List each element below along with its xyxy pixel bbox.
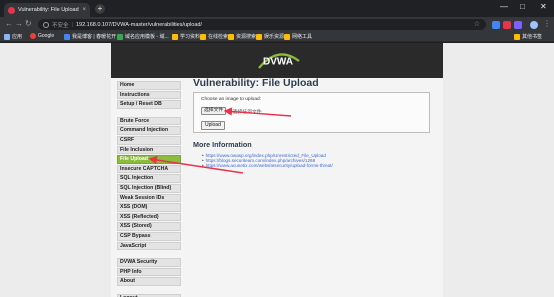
browser-toolbar: ← → ↻ 不安全 | 192.168.0.107/DVWA-master/vu…	[0, 17, 554, 32]
folder-icon	[228, 33, 234, 40]
upload-button[interactable]: Upload	[201, 121, 225, 130]
sidebar-item-sql-injection[interactable]: SQL Injection	[117, 174, 181, 183]
extension-icon[interactable]	[514, 21, 522, 29]
folder-icon	[284, 33, 290, 40]
upload-form: Choose an image to upload: 选择文件 未选择任何文件 …	[193, 92, 430, 133]
menu-group: DVWA Security PHP Info About	[117, 258, 181, 286]
folder-icon	[200, 33, 206, 40]
browser-titlebar: Vulnerability: File Upload :: D × + — □ …	[0, 0, 554, 17]
info-icon[interactable]	[43, 21, 49, 28]
sidebar-item-xss-stored[interactable]: XSS (Stored)	[117, 222, 181, 231]
dvwa-favicon-icon	[8, 6, 15, 14]
sidebar-item-javascript[interactable]: JavaScript	[117, 241, 181, 251]
folder-icon	[172, 33, 178, 40]
address-bar[interactable]: 不安全 | 192.168.0.107/DVWA-master/vulnerab…	[38, 19, 486, 30]
svg-text:DVWA: DVWA	[263, 57, 293, 68]
sidebar-item-brute-force[interactable]: Brute Force	[117, 116, 181, 126]
security-label: 不安全	[52, 22, 69, 29]
bookmark-item[interactable]: Google	[30, 33, 54, 39]
sidebar-item-instructions[interactable]: Instructions	[117, 90, 181, 100]
sidebar-item-insecure-captcha[interactable]: Insecure CAPTCHA	[117, 164, 181, 174]
page-title: Vulnerability: File Upload	[193, 77, 319, 89]
address-separator: |	[71, 21, 73, 28]
extension-icon[interactable]	[492, 21, 500, 29]
main-content: Vulnerability: File Upload Choose an ima…	[193, 77, 433, 168]
sidebar-item-xss-reflected[interactable]: XSS (Reflected)	[117, 212, 181, 222]
tab-close-icon[interactable]: ×	[82, 7, 86, 13]
sidebar-item-file-inclusion[interactable]: File Inclusion	[117, 145, 181, 155]
menu-group: Brute Force Command Injection CSRF File Inc…	[117, 116, 181, 251]
minimize-button[interactable]: —	[500, 2, 508, 11]
back-arrow-icon[interactable]: ←	[5, 19, 13, 28]
new-tab-button[interactable]: +	[95, 4, 105, 14]
forward-arrow-icon[interactable]: →	[15, 19, 23, 28]
folder-icon	[514, 33, 520, 40]
info-links: https://www.owasp.org/index.php/Unrestri…	[202, 153, 432, 168]
menu-group: Home Instructions Setup / Reset DB	[117, 81, 181, 109]
close-window-button[interactable]: ✕	[540, 2, 547, 11]
more-information-heading: More Information	[193, 140, 252, 149]
bookmark-item[interactable]: 应用	[4, 33, 22, 40]
sidebar-item-csrf[interactable]: CSRF	[117, 135, 181, 145]
bookmark-favicon-icon	[64, 33, 70, 40]
upload-label: Choose an image to upload:	[201, 97, 262, 102]
bookmark-favicon-icon	[117, 33, 123, 40]
sidebar-item-file-upload[interactable]: File Upload	[117, 155, 181, 164]
bookmark-item[interactable]: 网络工具	[284, 33, 312, 40]
bookmarks-bar: 应用 Google 我是博客 | 春暖花开 域名应用模板 - 域... 学习资料…	[0, 32, 554, 42]
folder-icon	[256, 33, 262, 40]
bookmark-item[interactable]: 学习资料	[172, 33, 200, 40]
sidebar-item-sql-injection-blind[interactable]: SQL Injection (Blind)	[117, 183, 181, 193]
menu-dots-icon[interactable]: ⋮	[543, 19, 551, 28]
choose-file-button[interactable]: 选择文件	[201, 107, 227, 115]
sidebar-item-weak-session-ids[interactable]: Weak Session IDs	[117, 193, 181, 203]
bookmark-item[interactable]: 域名应用模板 - 域...	[117, 33, 169, 40]
sidebar-item-home[interactable]: Home	[117, 81, 181, 90]
profile-avatar-icon[interactable]	[530, 21, 538, 29]
tab-title: Vulnerability: File Upload :: D	[18, 7, 80, 13]
browser-tab[interactable]: Vulnerability: File Upload :: D ×	[4, 3, 90, 17]
info-link[interactable]: https://www.acunetix.com/websitesecurity…	[202, 163, 432, 168]
dvwa-logo: DVWA	[258, 53, 300, 69]
extension-icon[interactable]	[503, 21, 511, 29]
bookmark-star-icon[interactable]: ☆	[474, 20, 480, 28]
sidebar-item-setup-reset-db[interactable]: Setup / Reset DB	[117, 100, 181, 109]
google-icon	[30, 33, 36, 39]
sidebar-item-command-injection[interactable]: Command Injection	[117, 126, 181, 135]
bookmark-item[interactable]: 资源搜索	[228, 33, 256, 40]
page-viewport: DVWA Home Instructions Setup / Reset DB Bru…	[0, 43, 554, 297]
bookmark-item[interactable]: 我是博客 | 春暖花开	[64, 33, 116, 40]
url-text[interactable]: 192.168.0.107/DVWA-master/vulnerabilitie…	[76, 22, 202, 28]
bookmark-item[interactable]: 其他书签	[514, 33, 542, 40]
maximize-button[interactable]: □	[520, 2, 525, 11]
sidebar-item-xss-dom[interactable]: XSS (DOM)	[117, 203, 181, 212]
sidebar-item-dvwa-security[interactable]: DVWA Security	[117, 258, 181, 267]
sidebar-item-php-info[interactable]: PHP Info	[117, 267, 181, 277]
bookmark-item[interactable]: 在线检索	[200, 33, 228, 40]
sidebar-menu: Home Instructions Setup / Reset DB Brute Fo…	[117, 81, 181, 297]
dvwa-header: DVWA	[111, 43, 443, 78]
bookmark-item[interactable]: 娱乐资源	[256, 33, 284, 40]
sidebar-item-csp-bypass[interactable]: CSP Bypass	[117, 231, 181, 241]
reload-icon[interactable]: ↻	[25, 19, 32, 28]
apps-icon	[4, 33, 10, 40]
no-file-selected-text: 未选择任何文件	[228, 110, 262, 115]
sidebar-item-about[interactable]: About	[117, 277, 181, 286]
